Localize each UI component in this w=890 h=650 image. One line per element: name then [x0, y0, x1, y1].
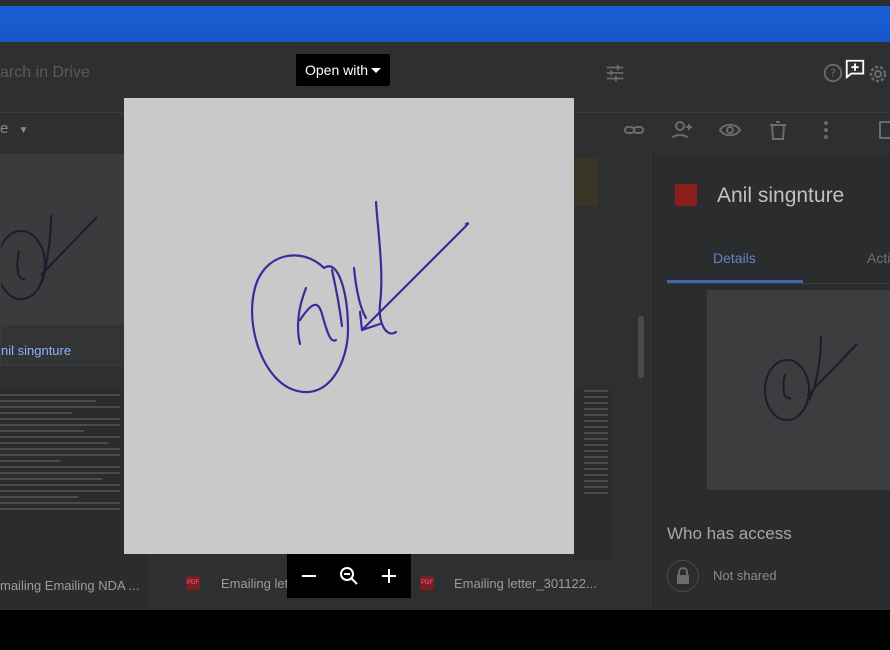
details-panel: Anil singnture Details Acti Who has acce… [650, 154, 890, 610]
tab-divider [667, 283, 890, 284]
details-preview-thumbnail [707, 290, 890, 490]
pdf-file-icon: PDF [186, 576, 200, 590]
taskbar-black [0, 610, 890, 650]
zoom-toolbar [287, 554, 411, 598]
zoom-out-icon[interactable] [297, 564, 321, 588]
share-person-add-icon[interactable] [670, 118, 694, 142]
zoom-magnifier-icon[interactable] [337, 564, 361, 588]
svg-text:?: ? [830, 67, 836, 80]
doc-lines [584, 390, 608, 498]
folder-breadcrumb[interactable]: e ▼ [0, 120, 28, 137]
folder-name: e [0, 120, 9, 137]
signature-drawing [251, 200, 470, 394]
more-vert-icon[interactable] [814, 118, 838, 142]
access-status: Not shared [713, 568, 777, 583]
help-icon[interactable]: ? [822, 62, 844, 84]
file-thumbnail-peek [574, 158, 598, 206]
caret-down-icon: ▼ [18, 125, 29, 136]
settings-gear-icon[interactable] [866, 62, 890, 86]
signature-preview-image [764, 335, 858, 421]
search-input[interactable]: arch in Drive [0, 64, 90, 82]
file-card-label: mailing Emailing NDA ... [0, 578, 140, 593]
pdf-file-icon: PDF [420, 576, 434, 590]
tab-details[interactable]: Details [713, 250, 756, 266]
zoom-in-icon[interactable] [377, 564, 401, 588]
add-comment-icon[interactable] [844, 58, 866, 80]
open-with-label: Open with [305, 62, 369, 78]
active-tab-indicator [667, 280, 803, 283]
lock-icon [667, 560, 699, 592]
scrollbar-thumb[interactable] [638, 316, 644, 378]
signature-image [124, 98, 574, 554]
who-has-access-heading: Who has access [667, 524, 792, 543]
tab-activity[interactable]: Acti [867, 250, 890, 266]
file-card-name: nil singnture [1, 343, 72, 358]
grid-view-icon[interactable] [876, 118, 890, 142]
browser-accent-bar [0, 6, 890, 42]
caret-down-icon [371, 68, 381, 73]
doc-thumbnail [0, 394, 120, 514]
preview-eye-icon[interactable] [718, 118, 742, 142]
trash-icon[interactable] [766, 118, 790, 142]
doc-thumbnail-peek [574, 390, 614, 560]
file-card-label[interactable]: Emailing letter_301122... [454, 576, 597, 591]
open-with-button[interactable]: Open with [296, 54, 390, 86]
link-icon[interactable] [622, 118, 646, 142]
details-file-name: Anil singnture [717, 184, 845, 207]
tune-icon[interactable] [604, 62, 626, 84]
image-file-icon [675, 184, 697, 206]
